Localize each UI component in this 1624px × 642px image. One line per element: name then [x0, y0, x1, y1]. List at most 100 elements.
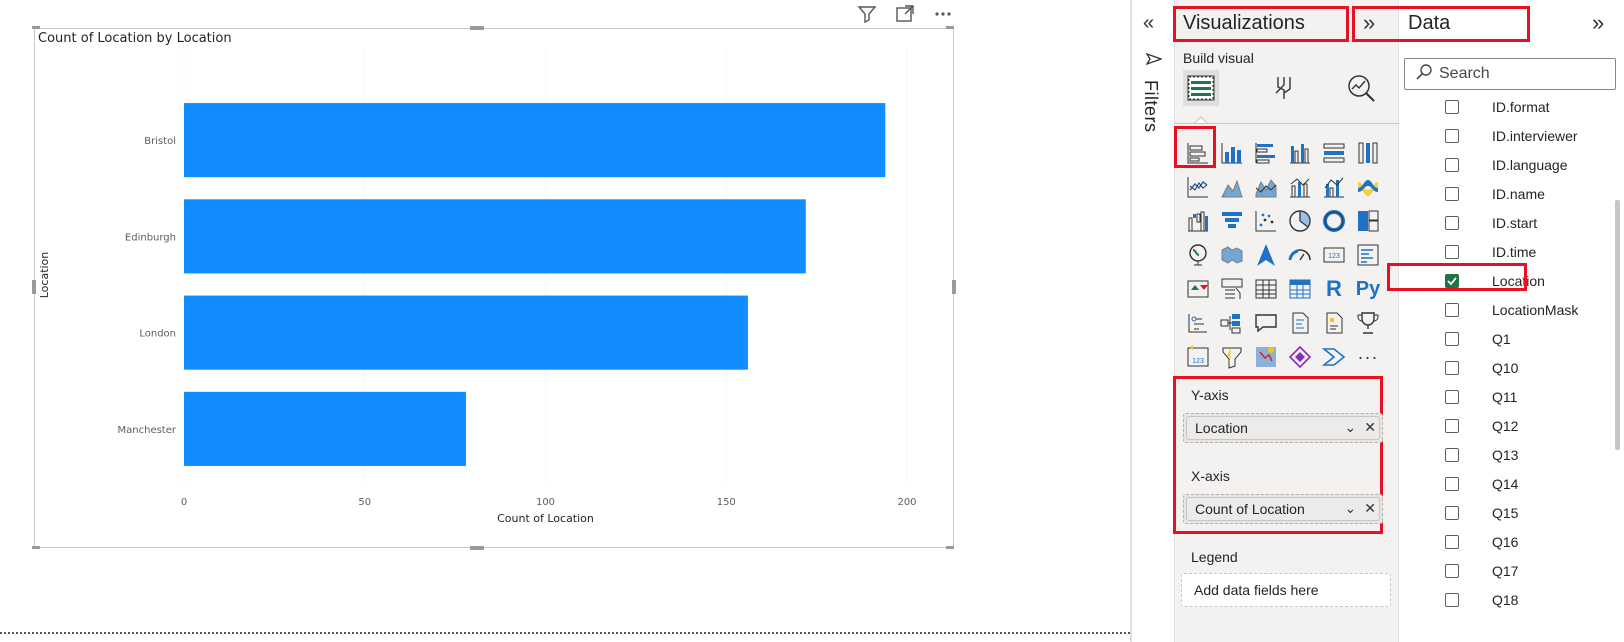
bar[interactable]: [184, 295, 748, 370]
analytics-icon[interactable]: [1343, 70, 1379, 106]
field-row[interactable]: Q13: [1399, 440, 1609, 470]
field-row[interactable]: ID.language: [1399, 150, 1609, 180]
x-axis-well[interactable]: Count of Location ⌄ ✕: [1183, 494, 1383, 524]
field-row[interactable]: ID.format: [1399, 92, 1609, 122]
data-pane-scrollbar[interactable]: [1615, 200, 1620, 450]
chevron-down-icon[interactable]: ⌄: [1345, 500, 1357, 517]
bar[interactable]: [184, 391, 466, 466]
clustered-bar-chart-icon[interactable]: [1249, 136, 1283, 170]
kpi-icon[interactable]: [1181, 272, 1215, 306]
checkbox[interactable]: [1445, 390, 1459, 404]
clustered-column-chart-icon[interactable]: [1283, 136, 1317, 170]
checkbox[interactable]: [1445, 332, 1459, 346]
checkbox[interactable]: [1445, 187, 1459, 201]
donut-chart-icon[interactable]: [1317, 204, 1351, 238]
treemap-icon[interactable]: [1351, 204, 1385, 238]
resize-handle-top-left[interactable]: [32, 26, 40, 29]
line-and-stacked-column-icon[interactable]: [1283, 170, 1317, 204]
field-row[interactable]: Q17: [1399, 556, 1609, 586]
decomposition-tree-icon[interactable]: [1215, 306, 1249, 340]
key-influencers-icon[interactable]: [1181, 306, 1215, 340]
checkbox[interactable]: [1445, 477, 1459, 491]
checkbox[interactable]: [1445, 216, 1459, 230]
paginated-report-icon[interactable]: [1317, 306, 1351, 340]
power-automate-flow-icon[interactable]: [1317, 340, 1351, 374]
bar[interactable]: [184, 103, 886, 178]
field-row[interactable]: Q15: [1399, 498, 1609, 528]
table-icon[interactable]: [1249, 272, 1283, 306]
field-row[interactable]: ID.interviewer: [1399, 121, 1609, 151]
checkbox[interactable]: [1445, 129, 1459, 143]
remove-field-icon[interactable]: ✕: [1364, 500, 1376, 517]
power-apps-icon[interactable]: [1215, 340, 1249, 374]
checkbox[interactable]: [1445, 303, 1459, 317]
slicer-icon[interactable]: [1215, 272, 1249, 306]
legend-drop-zone[interactable]: Add data fields here: [1181, 573, 1391, 607]
waterfall-chart-icon[interactable]: [1181, 204, 1215, 238]
resize-handle-bottom-left[interactable]: [32, 546, 40, 549]
field-row[interactable]: Q18: [1399, 585, 1609, 615]
field-row[interactable]: Q1: [1399, 324, 1609, 354]
more-options-icon[interactable]: [931, 2, 955, 26]
field-row[interactable]: LocationMask: [1399, 295, 1609, 325]
field-row[interactable]: ID.start: [1399, 208, 1609, 238]
funnel-icon[interactable]: [1215, 204, 1249, 238]
metrics-icon[interactable]: [1283, 340, 1317, 374]
resize-handle-left[interactable]: [32, 280, 36, 294]
checkbox[interactable]: [1445, 593, 1459, 607]
stacked-area-chart-icon[interactable]: [1249, 170, 1283, 204]
checkbox[interactable]: [1445, 158, 1459, 172]
field-row[interactable]: Q10: [1399, 353, 1609, 383]
resize-handle-bottom-right[interactable]: [946, 546, 954, 549]
collapse-panes-icon[interactable]: «: [1143, 12, 1154, 35]
bar-chart[interactable]: 0 50 100 150 200 Bristol Edinburgh London Manche…: [34, 28, 954, 548]
filled-map-icon[interactable]: [1215, 238, 1249, 272]
filters-label[interactable]: Filters: [1140, 80, 1161, 133]
checkbox[interactable]: [1445, 535, 1459, 549]
matrix-icon[interactable]: [1283, 272, 1317, 306]
smart-narrative-icon[interactable]: [1283, 306, 1317, 340]
scatter-chart-icon[interactable]: [1249, 204, 1283, 238]
stacked-column-chart-icon[interactable]: [1215, 136, 1249, 170]
field-row[interactable]: Q11: [1399, 382, 1609, 412]
resize-handle-top-right[interactable]: [946, 26, 954, 29]
azure-map-icon[interactable]: [1249, 238, 1283, 272]
filter-icon[interactable]: [855, 2, 879, 26]
checkbox[interactable]: [1445, 245, 1459, 259]
python-visual-icon[interactable]: Py: [1351, 272, 1385, 306]
checkbox[interactable]: [1445, 506, 1459, 520]
qa-icon[interactable]: [1249, 306, 1283, 340]
100-stacked-column-chart-icon[interactable]: [1351, 136, 1385, 170]
resize-handle-bottom[interactable]: [470, 546, 484, 550]
checkbox[interactable]: [1445, 564, 1459, 578]
map-icon[interactable]: [1181, 238, 1215, 272]
expand-data-icon[interactable]: »: [1592, 10, 1604, 36]
line-and-clustered-column-icon[interactable]: [1317, 170, 1351, 204]
field-row[interactable]: Q14: [1399, 469, 1609, 499]
area-chart-icon[interactable]: [1215, 170, 1249, 204]
y-axis-well[interactable]: Location ⌄ ✕: [1183, 413, 1383, 443]
ribbon-chart-icon[interactable]: [1351, 170, 1385, 204]
more-visuals-icon[interactable]: ···: [1351, 340, 1385, 374]
multi-row-card-icon[interactable]: [1351, 238, 1385, 272]
field-row[interactable]: Q12: [1399, 411, 1609, 441]
checkbox[interactable]: [1445, 100, 1459, 114]
checkbox[interactable]: [1445, 448, 1459, 462]
card-icon[interactable]: 123: [1317, 238, 1351, 272]
focus-mode-icon[interactable]: [893, 2, 917, 26]
scorecard-icon[interactable]: [1351, 306, 1385, 340]
bar[interactable]: [184, 199, 806, 274]
checkbox[interactable]: [1445, 419, 1459, 433]
field-row[interactable]: ID.name: [1399, 179, 1609, 209]
resize-handle-right[interactable]: [952, 280, 956, 294]
checkbox[interactable]: [1445, 361, 1459, 375]
arcgis-icon[interactable]: [1249, 340, 1283, 374]
line-chart-icon[interactable]: [1181, 170, 1215, 204]
build-visual-icon[interactable]: [1183, 70, 1219, 106]
filters-pane-collapsed[interactable]: « Filters: [1133, 0, 1175, 642]
resize-handle-top[interactable]: [470, 26, 484, 30]
r-visual-icon[interactable]: R: [1317, 272, 1351, 306]
gauge-icon[interactable]: [1283, 238, 1317, 272]
chevron-down-icon[interactable]: ⌄: [1345, 419, 1357, 436]
search-input[interactable]: Search: [1404, 58, 1616, 90]
